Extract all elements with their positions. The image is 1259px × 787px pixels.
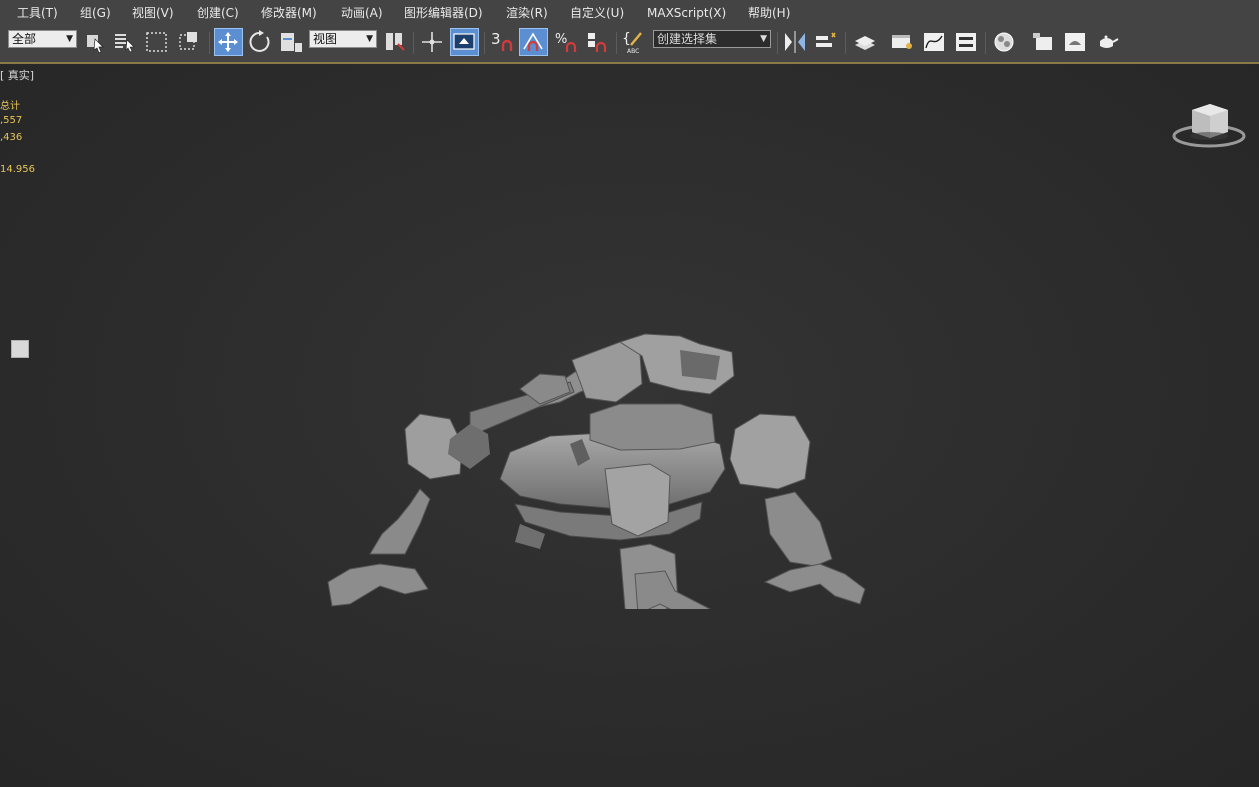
edit-named-selection-button[interactable]: {ABC — [621, 29, 647, 55]
menu-customize[interactable]: 自定义(U) — [570, 6, 624, 20]
menu-group[interactable]: 组(G) — [80, 6, 111, 20]
curve-editor-button[interactable] — [921, 29, 947, 55]
percent-snap-toggle-button[interactable]: % — [553, 29, 579, 55]
chevron-down-icon: ▼ — [760, 34, 767, 44]
main-toolbar: 全部 ▼ 视图 ▼ 3 % {ABC 创建选择集 ▼ — [0, 26, 1259, 64]
curve-editor-icon — [924, 33, 944, 51]
rendered-frame-icon — [1065, 33, 1085, 51]
spinner-snap-icon — [588, 33, 607, 52]
viewcube[interactable] — [1172, 100, 1248, 152]
viewport-side-swatch — [11, 340, 29, 358]
toolbar-separator — [777, 32, 778, 54]
perspective-viewport[interactable]: [ 真实] 总计 ,557 ,436 14.956 — [0, 64, 1259, 787]
select-by-name-button[interactable] — [112, 29, 138, 55]
toolbar-separator — [985, 32, 986, 54]
select-and-scale-button[interactable] — [278, 29, 304, 55]
svg-text:%: % — [555, 32, 567, 47]
chevron-down-icon: ▼ — [66, 34, 73, 44]
mirror-icon — [785, 31, 805, 53]
select-and-manipulate-button[interactable] — [419, 29, 445, 55]
manipulate-icon — [422, 32, 442, 52]
mech-model-render — [327, 333, 866, 617]
reference-coordinate-dropdown[interactable]: 视图 ▼ — [309, 30, 377, 48]
window-crossing-icon — [179, 32, 197, 50]
align-button[interactable] — [813, 29, 839, 55]
schematic-view-icon — [956, 33, 976, 51]
named-selection-set-dropdown[interactable]: 创建选择集 ▼ — [653, 30, 771, 48]
menu-animation[interactable]: 动画(A) — [341, 6, 383, 20]
reference-coordinate-value: 视图 — [313, 32, 338, 46]
angle-snap-toggle-button[interactable] — [519, 28, 548, 56]
toolbar-separator — [484, 32, 485, 54]
statistics-polys: ,557 — [0, 115, 23, 126]
layer-manager-button[interactable] — [852, 29, 878, 55]
menu-rendering[interactable]: 渲染(R) — [506, 6, 548, 20]
layers-icon — [855, 36, 875, 50]
select-by-name-icon — [115, 34, 135, 53]
pivot-center-button[interactable] — [382, 29, 408, 55]
render-production-button[interactable] — [1094, 29, 1120, 55]
select-and-move-button[interactable] — [214, 28, 243, 56]
teapot-icon — [1100, 35, 1119, 48]
pivot-center-icon — [386, 33, 405, 51]
edit-named-selection-icon: {ABC — [622, 31, 642, 55]
menu-modifiers[interactable]: 修改器(M) — [261, 6, 317, 20]
align-icon — [816, 32, 836, 47]
statistics-fps: 14.956 — [0, 164, 35, 175]
snaps-toggle-value: 3 — [491, 30, 501, 48]
rectangular-selection-button[interactable] — [144, 29, 170, 55]
toolbar-separator — [209, 32, 210, 54]
svg-text:{: { — [622, 31, 631, 47]
keyboard-override-icon — [453, 33, 475, 50]
angle-snap-icon — [523, 32, 543, 51]
toolbar-separator — [413, 32, 414, 54]
menu-create[interactable]: 创建(C) — [197, 6, 239, 20]
percent-snap-icon: % — [555, 32, 577, 52]
menu-help[interactable]: 帮助(H) — [748, 6, 790, 20]
mirror-button[interactable] — [782, 29, 808, 55]
rectangle-selection-icon — [146, 32, 167, 52]
scene-explorer-button[interactable] — [889, 29, 915, 55]
statistics-verts: ,436 — [0, 132, 23, 143]
menu-bar: 工具(T) 组(G) 视图(V) 创建(C) 修改器(M) 动画(A) 图形编辑… — [0, 0, 1259, 27]
schematic-view-button[interactable] — [953, 29, 979, 55]
named-selection-set-value: 创建选择集 — [657, 32, 718, 46]
select-object-button[interactable] — [82, 29, 108, 55]
scene-explorer-icon — [892, 35, 912, 49]
svg-text:ABC: ABC — [627, 48, 639, 55]
render-setup-button[interactable] — [1030, 29, 1056, 55]
menu-tools[interactable]: 工具(T) — [17, 6, 58, 20]
render-setup-icon — [1033, 33, 1052, 50]
window-crossing-button[interactable] — [176, 29, 202, 55]
select-and-rotate-button[interactable] — [247, 29, 273, 55]
material-editor-button[interactable] — [991, 29, 1017, 55]
menu-maxscript[interactable]: MAXScript(X) — [647, 6, 726, 20]
rendered-frame-window-button[interactable] — [1062, 29, 1088, 55]
toolbar-separator — [845, 32, 846, 54]
snaps-toggle-button[interactable]: 3 — [489, 29, 515, 55]
selection-filter-dropdown[interactable]: 全部 ▼ — [8, 30, 77, 48]
viewport-label[interactable]: [ 真实] — [0, 67, 34, 83]
chevron-down-icon: ▼ — [366, 34, 373, 44]
select-object-icon — [87, 35, 104, 54]
mech-model[interactable] — [320, 264, 880, 617]
scale-icon — [281, 33, 302, 52]
selection-filter-value: 全部 — [12, 32, 37, 46]
menu-views[interactable]: 视图(V) — [132, 6, 174, 20]
viewcube-icon — [1172, 104, 1246, 148]
spinner-snap-toggle-button[interactable] — [584, 29, 610, 55]
toolbar-separator — [616, 32, 617, 54]
material-editor-icon — [994, 32, 1014, 52]
keyboard-shortcut-override-button[interactable] — [450, 28, 479, 56]
rotate-icon — [249, 30, 270, 52]
statistics-total-label: 总计 — [0, 101, 20, 112]
menu-graph-editors[interactable]: 图形编辑器(D) — [404, 6, 483, 20]
move-icon — [218, 32, 238, 52]
